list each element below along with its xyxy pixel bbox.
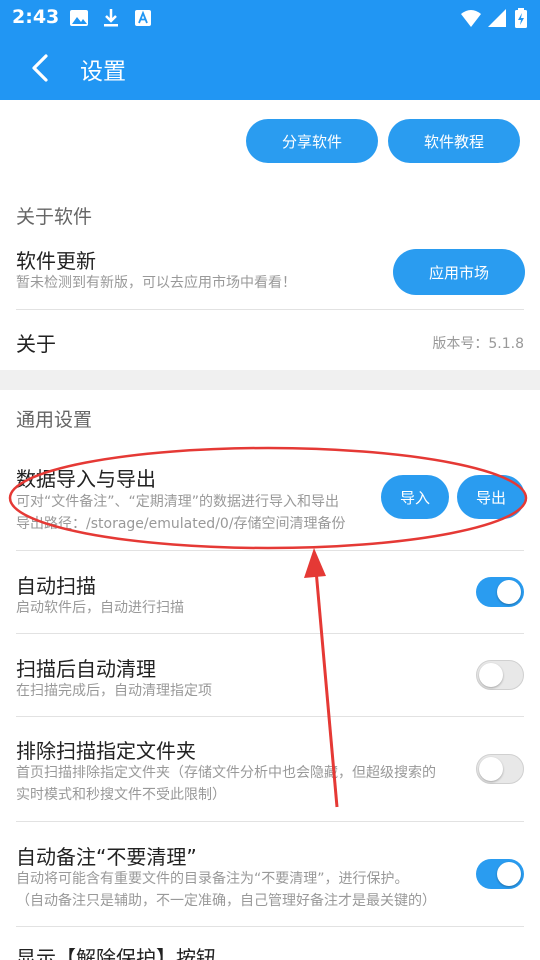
image-icon	[70, 10, 88, 26]
software-update-title: 软件更新	[16, 249, 96, 273]
divider	[16, 926, 524, 927]
page-title: 设置	[80, 59, 126, 85]
data-import-export-desc: 可对“文件备注”、“定期清理”的数据进行导入和导出	[16, 494, 340, 510]
about-section-title: 关于软件	[16, 206, 93, 228]
version-number: 版本号：5.1.8	[432, 336, 524, 352]
software-update-subtitle: 暂未检测到有新版，可以去应用市场中看看！	[16, 275, 296, 291]
status-bar: 2:43	[0, 0, 540, 36]
auto-clean-subtitle: 在扫描完成后，自动清理指定项	[16, 683, 212, 699]
auto-note-subtitle-line1: 自动将可能含有重要文件的目录备注为“不要清理”，进行保护。	[16, 871, 409, 887]
app-bar: 设置	[0, 36, 540, 100]
about-item[interactable]: 关于	[16, 328, 56, 357]
download-icon	[104, 9, 118, 27]
toggle-knob	[479, 757, 503, 781]
data-import-export-title: 数据导入与导出	[16, 467, 156, 491]
auto-note-subtitle-line2: （自动备注只是辅助，不一定准确，自己管理好备注才是最关键的）	[16, 893, 436, 909]
auto-clean-toggle[interactable]	[476, 660, 524, 690]
battery-icon	[515, 8, 527, 28]
export-path: 导出路径：/storage/emulated/0/存储空间清理备份	[16, 516, 346, 532]
auto-scan-title: 自动扫描	[16, 574, 96, 598]
auto-clean-title: 扫描后自动清理	[16, 657, 156, 681]
toggle-knob	[479, 663, 503, 687]
wifi-icon	[461, 10, 481, 27]
show-unprotect-button-title: 显示【解除保护】按钮	[16, 946, 216, 960]
divider	[16, 821, 524, 822]
divider	[16, 716, 524, 717]
exclude-folders-toggle[interactable]	[476, 754, 524, 784]
import-button[interactable]: 导入	[381, 475, 449, 519]
toggle-knob	[497, 862, 521, 886]
toggle-knob	[497, 580, 521, 604]
software-tutorial-button[interactable]: 软件教程	[388, 119, 520, 163]
auto-scan-toggle[interactable]	[476, 577, 524, 607]
cellular-signal-icon	[488, 9, 506, 27]
back-arrow-icon[interactable]	[22, 48, 62, 88]
general-section-title: 通用设置	[16, 409, 93, 431]
arrow-head	[304, 548, 326, 578]
auto-scan-subtitle: 启动软件后，自动进行扫描	[16, 600, 184, 616]
share-software-button[interactable]: 分享软件	[246, 119, 378, 163]
auto-note-toggle[interactable]	[476, 859, 524, 889]
exclude-folders-title: 排除扫描指定文件夹	[16, 739, 196, 763]
status-time: 2:43	[12, 6, 60, 28]
divider	[16, 633, 524, 634]
divider	[16, 309, 524, 310]
exclude-folders-subtitle-line2: 实时模式和秒搜文件不受此限制）	[16, 787, 226, 803]
export-button[interactable]: 导出	[457, 475, 525, 519]
divider	[16, 550, 524, 551]
font-icon	[135, 10, 151, 26]
auto-note-title: 自动备注“不要清理”	[16, 845, 197, 869]
exclude-folders-subtitle-line1: 首页扫描排除指定文件夹（存储文件分析中也会隐藏，但超级搜索的	[16, 765, 436, 781]
app-market-button[interactable]: 应用市场	[393, 249, 525, 295]
section-gap	[0, 370, 540, 390]
